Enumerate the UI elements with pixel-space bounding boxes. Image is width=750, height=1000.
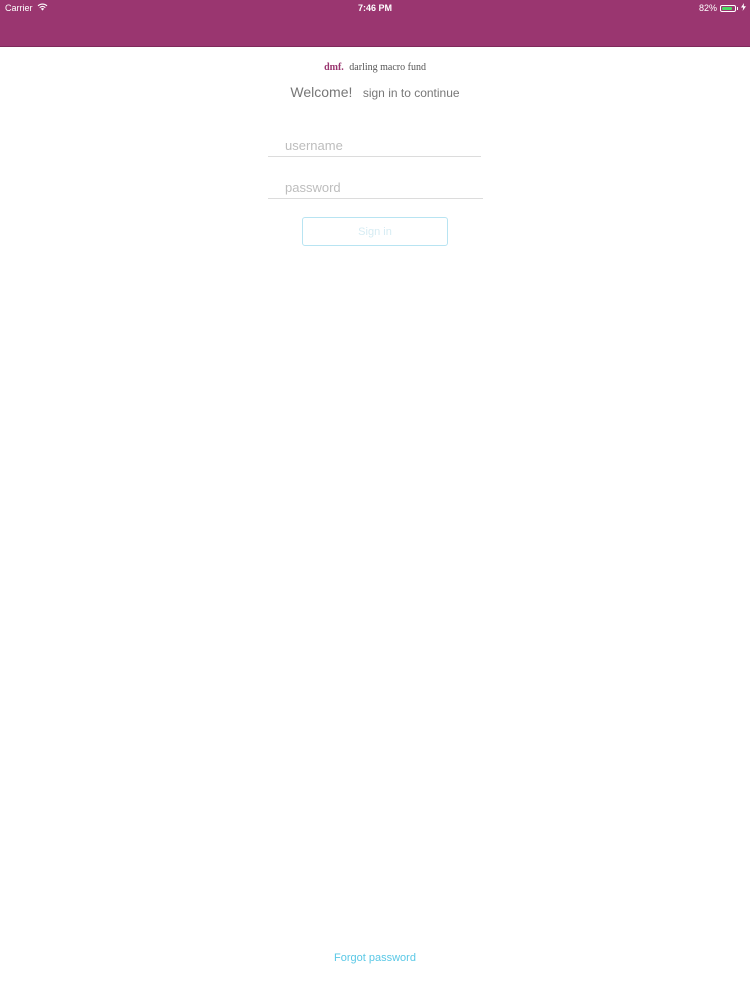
charging-icon xyxy=(741,3,746,13)
welcome-subtitle: sign in to continue xyxy=(362,86,460,100)
brand-logo-abbr: dmf. xyxy=(324,62,344,73)
status-bar: Carrier 7:46 PM 82% xyxy=(0,0,750,16)
forgot-password-link[interactable]: Forgot password xyxy=(334,952,416,964)
sign-in-button[interactable]: Sign in xyxy=(302,217,448,246)
username-input[interactable] xyxy=(268,135,481,157)
welcome-title: Welcome! xyxy=(290,84,353,100)
status-time: 7:46 PM xyxy=(357,3,392,13)
battery-percent: 82% xyxy=(698,3,717,13)
battery-icon xyxy=(720,4,736,12)
brand-line: dmf. darling macro fund xyxy=(0,62,750,73)
brand-name: darling macro fund xyxy=(349,62,426,73)
password-input[interactable] xyxy=(268,177,483,199)
battery-level-fill xyxy=(722,6,732,10)
forgot-password-container: Forgot password xyxy=(0,952,750,964)
status-right: 82% xyxy=(699,3,746,13)
welcome-line: Welcome! sign in to continue xyxy=(0,84,750,102)
battery-cap xyxy=(737,6,738,10)
